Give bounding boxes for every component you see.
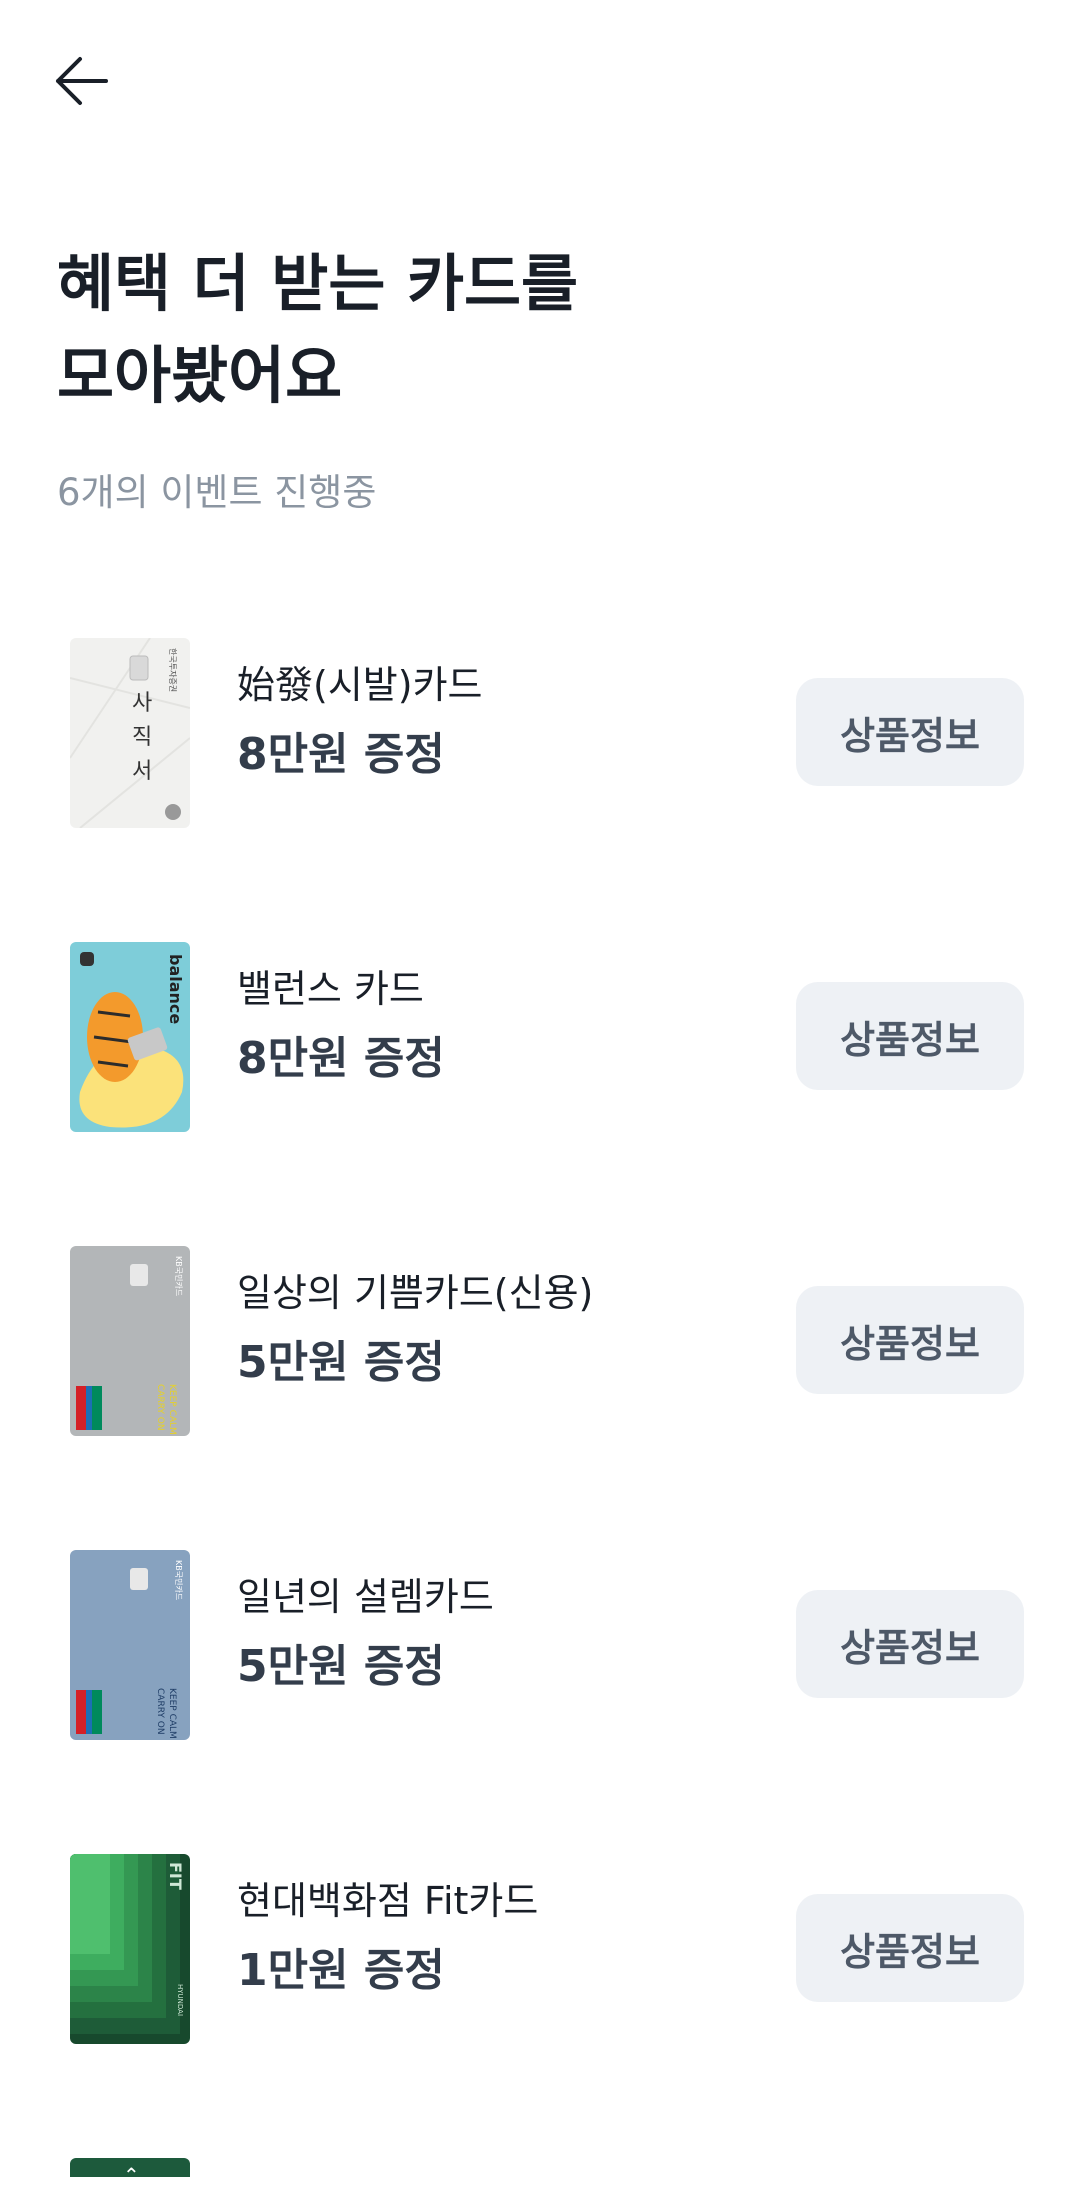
page-title-line-2: 모아봤어요 xyxy=(57,339,343,412)
product-info-button[interactable]: 상품정보 xyxy=(796,982,1024,1090)
page-title-line-1: 혜택 더 받는 카드를 xyxy=(57,247,579,320)
card-image-hyundai-fit: FIT HYUNDAI xyxy=(70,1854,190,2044)
card-list-item[interactable]: KB국민카드 KEEP CALM CARRY ON 일년의 설렘카드 5만원 증… xyxy=(0,1547,1080,1851)
card-reward: 1만원 증정 xyxy=(237,1945,445,1996)
card-name: 始發(시발)카드 xyxy=(237,663,483,707)
svg-text:KB국민카드: KB국민카드 xyxy=(174,1256,184,1296)
product-info-button[interactable]: 상품정보 xyxy=(796,1894,1024,2002)
card-reward: 5만원 증정 xyxy=(237,1337,445,1388)
card-list-item[interactable]: KB국민카드 KEEP CALM CARRY ON 일상의 기쁨카드(신용) 5… xyxy=(0,1243,1080,1547)
product-info-button[interactable]: 상품정보 xyxy=(796,1286,1024,1394)
card-list: 한국투자증권 사 직 서 始發(시발)카드 8만원 증정 상품정보 balanc… xyxy=(0,635,1080,2155)
svg-text:KEEP CALM: KEEP CALM xyxy=(167,1688,177,1739)
card-reward: 8만원 증정 xyxy=(237,1033,445,1084)
svg-text:직: 직 xyxy=(132,725,152,750)
svg-text:HYUNDAI: HYUNDAI xyxy=(176,1984,184,2016)
svg-text:서: 서 xyxy=(132,759,152,784)
page-title: 혜택 더 받는 카드를 모아봤어요 xyxy=(57,238,578,422)
event-count-text: 6개의 이벤트 진행중 xyxy=(57,471,377,514)
card-name: 일상의 기쁨카드(신용) xyxy=(237,1271,594,1315)
product-info-button[interactable]: 상품정보 xyxy=(796,678,1024,786)
svg-text:FIT: FIT xyxy=(166,1862,185,1890)
svg-text:KB국민카드: KB국민카드 xyxy=(174,1560,184,1600)
card-reward: 8만원 증정 xyxy=(237,729,445,780)
card-image-sijik: 한국투자증권 사 직 서 xyxy=(70,638,190,828)
svg-text:사: 사 xyxy=(132,691,152,716)
card-name: 일년의 설렘카드 xyxy=(237,1575,494,1619)
card-list-item[interactable]: FIT HYUNDAI 현대백화점 Fit카드 1만원 증정 상품정보 xyxy=(0,1851,1080,2155)
svg-text:한국투자증권: 한국투자증권 xyxy=(168,648,178,692)
svg-text:CARRY ON: CARRY ON xyxy=(155,1384,165,1431)
svg-text:KEEP CALM: KEEP CALM xyxy=(167,1384,177,1435)
back-arrow-icon[interactable] xyxy=(52,50,114,112)
card-name: 밸런스 카드 xyxy=(237,967,424,1011)
chevron-up-icon: ⌃ xyxy=(123,2163,140,2187)
svg-text:balance: balance xyxy=(166,954,185,1024)
card-reward: 5만원 증정 xyxy=(237,1641,445,1692)
svg-text:CARRY ON: CARRY ON xyxy=(155,1688,165,1735)
product-info-button[interactable]: 상품정보 xyxy=(796,1590,1024,1698)
card-list-item[interactable]: 한국투자증권 사 직 서 始發(시발)카드 8만원 증정 상품정보 xyxy=(0,635,1080,939)
card-image-balance: balance xyxy=(70,942,190,1132)
card-name: 현대백화점 Fit카드 xyxy=(237,1879,539,1923)
card-image-daily-joy: KB국민카드 KEEP CALM CARRY ON xyxy=(70,1246,190,1436)
card-list-item[interactable]: balance 밸런스 카드 8만원 증정 상품정보 xyxy=(0,939,1080,1243)
card-image-year-flutter: KB국민카드 KEEP CALM CARRY ON xyxy=(70,1550,190,1740)
